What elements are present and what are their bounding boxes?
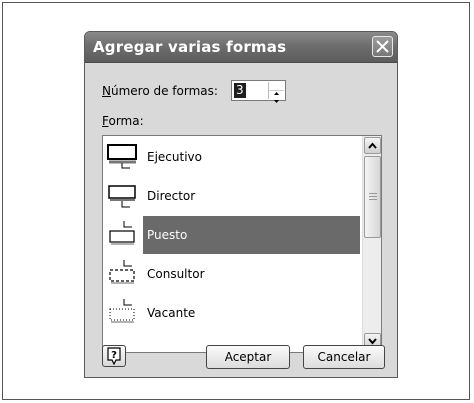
num-shapes-label-accel: N <box>102 84 111 98</box>
ok-button[interactable]: Aceptar <box>206 345 290 369</box>
position-shape-icon <box>109 221 135 245</box>
chevron-up-icon <box>368 142 377 149</box>
dialog-title: Agregar varias formas <box>93 38 287 56</box>
cancel-button[interactable]: Cancelar <box>303 345 385 369</box>
consultant-shape-icon <box>109 260 135 284</box>
list-item-ejecutivo[interactable]: Ejecutivo <box>103 138 360 176</box>
scroll-up-button[interactable] <box>364 137 381 154</box>
spin-up-button[interactable] <box>269 82 284 95</box>
list-item-label: Puesto <box>143 216 360 254</box>
spin-down-button[interactable] <box>269 91 284 103</box>
list-item-label: Consultor <box>147 267 205 281</box>
list-item-label: Ejecutivo <box>147 150 202 164</box>
list-item-vacante[interactable]: Vacante <box>103 294 360 332</box>
shape-list-label: Forma: <box>102 114 144 128</box>
shape-list-label-rest: orma: <box>108 114 144 128</box>
num-shapes-label: Número de formas: <box>102 84 218 98</box>
num-shapes-label-rest: úmero de formas: <box>110 84 218 98</box>
scroll-thumb[interactable] <box>364 156 381 238</box>
spin-arrows <box>268 82 284 103</box>
close-icon <box>376 40 389 53</box>
director-shape-icon <box>108 185 136 208</box>
list-item-puesto[interactable]: Puesto <box>103 216 360 254</box>
list-item-label: Director <box>147 189 196 203</box>
grip-line <box>369 193 377 194</box>
grip-line <box>369 196 377 197</box>
arrow-down-icon <box>274 100 279 103</box>
help-button[interactable]: ? <box>102 345 126 367</box>
shape-listbox[interactable]: Ejecutivo Director Puesto Consultor Vaca… <box>102 135 382 353</box>
grip-line <box>369 199 377 200</box>
num-shapes-stepper[interactable]: 3 <box>231 80 286 103</box>
add-multiple-shapes-dialog: Agregar varias formas Número de formas: … <box>84 31 398 378</box>
list-item-director[interactable]: Director <box>103 177 360 215</box>
question-mark-icon: ? <box>107 347 121 366</box>
list-item-consultor[interactable]: Consultor <box>103 255 360 293</box>
executive-shape-icon <box>107 144 137 169</box>
title-bar[interactable]: Agregar varias formas <box>85 32 397 63</box>
svg-text:?: ? <box>111 350 117 361</box>
vacancy-shape-icon <box>109 299 135 323</box>
close-button[interactable] <box>372 36 393 57</box>
vertical-scrollbar[interactable] <box>362 136 381 352</box>
list-item-label: Vacante <box>147 306 196 320</box>
num-shapes-input[interactable]: 3 <box>234 83 246 98</box>
